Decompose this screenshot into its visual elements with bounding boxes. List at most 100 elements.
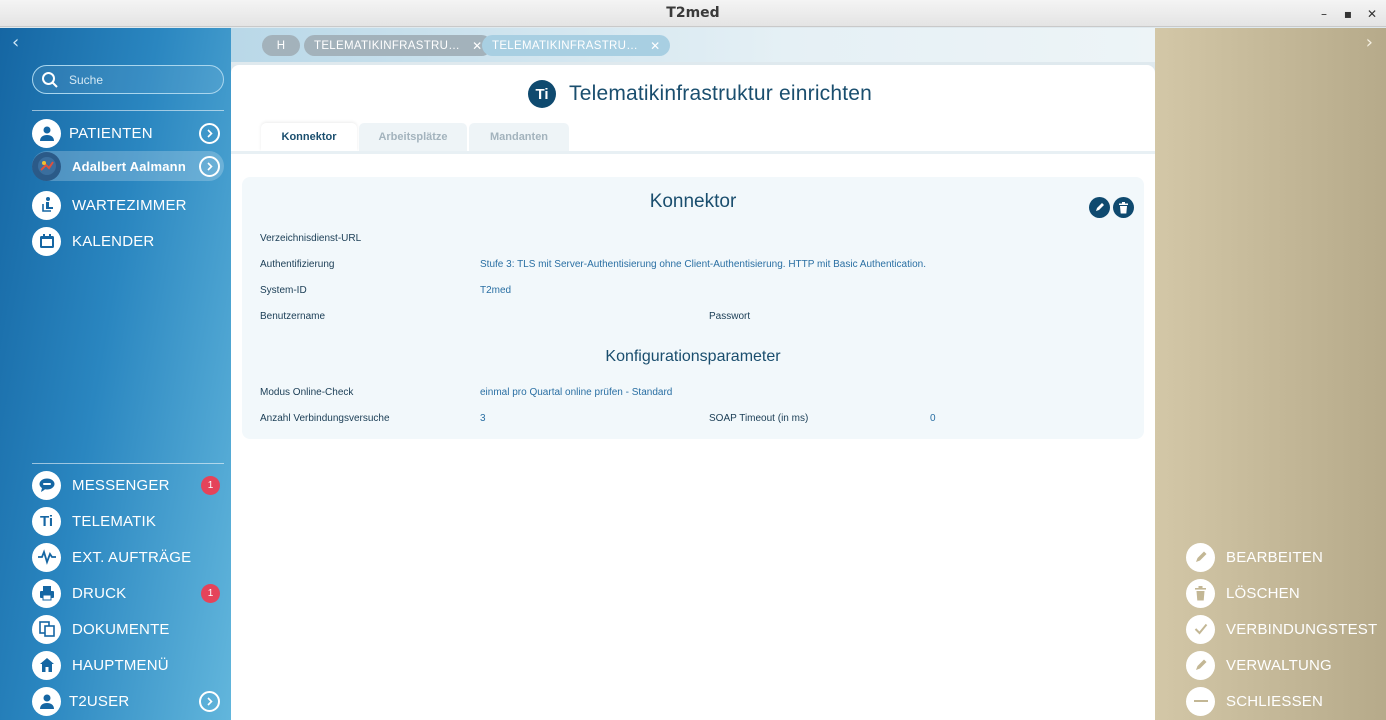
search-input[interactable] — [69, 72, 209, 87]
soap-timeout-value: 0 — [930, 413, 936, 424]
sidebar-item-ext-auftraege[interactable]: EXT. AUFTRÄGE — [32, 542, 224, 572]
tab-label: TELEMATIKINFRASTRU… — [314, 39, 461, 52]
panel-title: Konnektor — [649, 191, 737, 212]
sidebar-item-label: MESSENGER — [72, 476, 170, 494]
content-tabs: Konnektor Arbeitsplätze Mandanten — [261, 123, 571, 151]
chevron-right-icon[interactable] — [199, 122, 220, 144]
pencil-icon — [1186, 542, 1215, 572]
pencil-icon — [1186, 650, 1215, 680]
config-section-title: Konfigurationsparameter — [605, 348, 781, 365]
notification-badge: 1 — [201, 583, 220, 603]
printer-icon — [32, 578, 61, 608]
sidebar-item-hauptmenue[interactable]: HAUPTMENÜ — [32, 650, 224, 680]
patient-icon — [32, 118, 61, 148]
sidebar-divider — [32, 110, 224, 111]
konnektor-panel: Konnektor Verzeichnisdienst-URL Authenti… — [242, 177, 1144, 439]
pulse-icon — [32, 542, 61, 572]
system-id-value: T2med — [480, 285, 512, 296]
collapse-left-icon[interactable]: ‹ — [12, 32, 19, 53]
tab-telematik-2[interactable]: TELEMATIKINFRASTRU… ✕ — [482, 35, 671, 56]
tab-konnektor[interactable]: Konnektor — [261, 123, 357, 151]
left-sidebar: ‹ PATIENTEN Adalbert Aalmann WARTEZIMMER — [0, 28, 231, 720]
sidebar-item-label: DRUCK — [72, 584, 127, 602]
action-label: VERWALTUNG — [1226, 656, 1332, 674]
system-id-label: System-ID — [260, 285, 307, 296]
window-titlebar: T2med – ▪ ✕ — [0, 0, 1386, 27]
sidebar-item-label: PATIENTEN — [69, 124, 153, 142]
action-bearbeiten[interactable]: BEARBEITEN — [1186, 542, 1323, 572]
maximize-button[interactable]: ▪ — [1335, 0, 1361, 27]
action-label: VERBINDUNGSTEST — [1226, 620, 1378, 638]
search-box[interactable] — [32, 65, 224, 94]
soap-timeout-label: SOAP Timeout (in ms) — [709, 413, 809, 424]
sidebar-item-label: EXT. AUFTRÄGE — [72, 548, 192, 566]
sidebar-item-label: WARTEZIMMER — [72, 196, 187, 214]
sidebar-item-label: T2USER — [69, 692, 130, 710]
sidebar-item-messenger[interactable]: MESSENGER 1 — [32, 470, 224, 500]
close-window-button[interactable]: ✕ — [1359, 0, 1385, 27]
document-tab-strip: H TELEMATIKINFRASTRU… ✕ TELEMATIKINFRAST… — [231, 28, 1155, 62]
tab-label: H — [276, 39, 286, 52]
sidebar-item-t2user[interactable]: T2USER — [32, 686, 224, 716]
edit-icon[interactable] — [1089, 197, 1110, 218]
notification-badge: 1 — [201, 475, 220, 495]
check-icon — [1186, 614, 1215, 644]
sidebar-divider — [32, 463, 224, 464]
sidebar-item-druck[interactable]: DRUCK 1 — [32, 578, 224, 608]
trash-icon[interactable] — [1113, 197, 1134, 218]
benutzername-label: Benutzername — [260, 311, 326, 322]
search-icon — [42, 71, 58, 88]
tab-telematik-1[interactable]: TELEMATIKINFRASTRU… ✕ — [304, 35, 493, 56]
passwort-label: Passwort — [709, 311, 751, 322]
action-label: BEARBEITEN — [1226, 548, 1324, 566]
action-verwaltung[interactable]: VERWALTUNG — [1186, 650, 1332, 680]
telematik-icon: Ti — [32, 506, 61, 536]
tab-arbeitsplaetze[interactable]: Arbeitsplätze — [359, 123, 467, 151]
current-patient-name: Adalbert Aalmann — [72, 158, 186, 174]
close-icon[interactable]: ✕ — [650, 39, 660, 53]
home-icon — [32, 650, 61, 680]
chevron-right-icon[interactable] — [199, 155, 220, 177]
sidebar-item-dokumente[interactable]: DOKUMENTE — [32, 614, 224, 644]
sidebar-item-wartezimmer[interactable]: WARTEZIMMER — [32, 190, 224, 220]
minimize-button[interactable]: – — [1311, 0, 1337, 27]
authentifizierung-label: Authentifizierung — [260, 259, 335, 270]
tab-home[interactable]: H — [262, 35, 300, 56]
sidebar-item-patienten[interactable]: PATIENTEN — [32, 118, 224, 148]
sidebar-item-label: DOKUMENTE — [72, 620, 170, 638]
trash-icon — [1186, 578, 1215, 608]
action-label: LÖSCHEN — [1226, 584, 1300, 602]
calendar-icon — [32, 226, 61, 256]
sidebar-item-telematik[interactable]: Ti TELEMATIK — [32, 506, 224, 536]
main-content: Ti Telematikinfrastruktur einrichten Kon… — [231, 65, 1155, 720]
verbindungsversuche-value: 3 — [480, 413, 486, 424]
sidebar-item-label: TELEMATIK — [72, 512, 157, 530]
messenger-icon — [32, 470, 61, 500]
close-icon[interactable]: ✕ — [472, 39, 482, 53]
user-icon — [32, 686, 61, 716]
documents-icon — [32, 614, 61, 644]
waiting-room-icon — [32, 190, 61, 220]
tab-underline — [231, 151, 1155, 154]
minus-icon — [1186, 686, 1215, 716]
sidebar-item-current-patient[interactable]: Adalbert Aalmann — [32, 151, 224, 181]
window-title: T2med — [666, 5, 720, 21]
sidebar-item-kalender[interactable]: KALENDER — [32, 226, 224, 256]
authentifizierung-value: Stufe 3: TLS mit Server-Authentisierung … — [480, 259, 926, 270]
verzeichnisdienst-label: Verzeichnisdienst-URL — [260, 233, 362, 244]
verbindungsversuche-label: Anzahl Verbindungsversuche — [260, 413, 390, 424]
tab-mandanten[interactable]: Mandanten — [469, 123, 569, 151]
avatar — [32, 151, 61, 181]
right-action-panel: › BEARBEITEN LÖSCHEN VERBINDUNGSTEST VER… — [1155, 28, 1386, 720]
chevron-right-icon[interactable] — [199, 690, 220, 712]
page-title: Telematikinfrastruktur einrichten — [569, 82, 873, 105]
action-verbindungstest[interactable]: VERBINDUNGSTEST — [1186, 614, 1377, 644]
collapse-right-icon[interactable]: › — [1366, 32, 1373, 53]
action-loeschen[interactable]: LÖSCHEN — [1186, 578, 1300, 608]
modus-online-check-label: Modus Online-Check — [260, 387, 354, 398]
sidebar-item-label: KALENDER — [72, 232, 155, 250]
action-schliessen[interactable]: SCHLIESSEN — [1186, 686, 1323, 716]
sidebar-item-label: HAUPTMENÜ — [72, 656, 169, 674]
action-label: SCHLIESSEN — [1226, 692, 1324, 710]
tab-label: TELEMATIKINFRASTRU… — [492, 39, 639, 52]
